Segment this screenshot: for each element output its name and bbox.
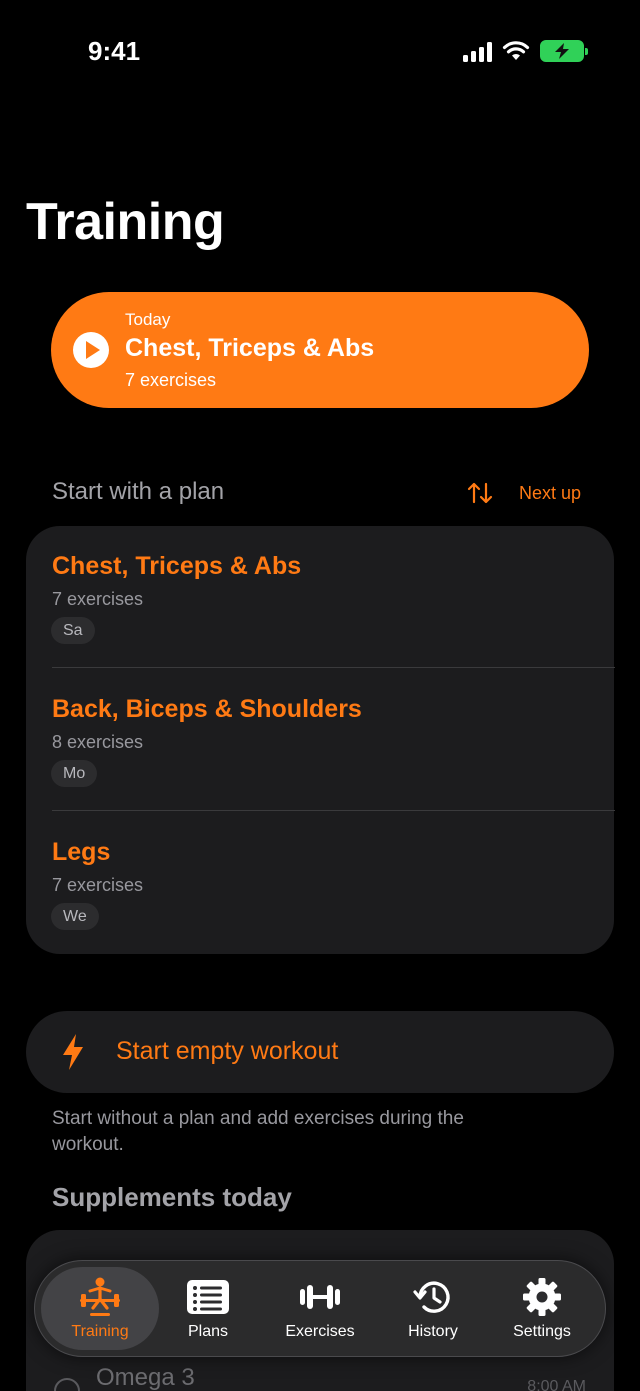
sort-next-up-button[interactable]: Next up xyxy=(519,483,581,504)
supplement-checkbox[interactable] xyxy=(54,1378,80,1391)
sort-icon[interactable] xyxy=(466,480,494,506)
divider xyxy=(52,810,615,811)
tab-exercises[interactable]: Exercises xyxy=(263,1261,377,1358)
tab-bar: Training Plans Exercises History Setting… xyxy=(34,1260,606,1357)
tab-label: Settings xyxy=(513,1323,571,1340)
plan-day-badge: We xyxy=(51,903,99,930)
dumbbell-icon xyxy=(300,1285,340,1309)
plan-exercise-count: 7 exercises xyxy=(52,589,144,609)
gear-icon xyxy=(523,1278,561,1316)
plan-day-badge: Mo xyxy=(51,760,98,787)
plan-title: Chest, Triceps & Abs xyxy=(52,552,302,580)
tab-label: Plans xyxy=(187,1323,229,1340)
status-icons xyxy=(463,40,588,62)
tab-label: Exercises xyxy=(285,1323,355,1340)
empty-workout-description: Start without a plan and add exercises d… xyxy=(52,1108,464,1155)
start-empty-workout-button[interactable]: Start empty workout xyxy=(26,1011,614,1093)
plan-day-badge: Sa xyxy=(51,617,95,644)
plans-list: Chest, Triceps & Abs 7 exercises Sa Back… xyxy=(26,526,615,955)
status-time: 9:41 xyxy=(88,36,141,66)
plan-title: Back, Biceps & Shoulders xyxy=(52,695,362,723)
bolt-icon xyxy=(63,1034,83,1070)
plan-exercise-count: 8 exercises xyxy=(52,732,144,752)
tab-label: Training xyxy=(71,1323,129,1340)
supplement-time: 8:00 AM xyxy=(527,1378,586,1391)
today-label: Today xyxy=(125,310,171,329)
tab-training[interactable]: Training xyxy=(41,1261,159,1358)
today-workout-title: Chest, Triceps & Abs xyxy=(125,334,375,362)
tab-settings[interactable]: Settings xyxy=(493,1261,591,1358)
history-clock-icon xyxy=(413,1281,450,1313)
plans-section-heading: Start with a plan xyxy=(52,478,225,505)
weightlifter-icon xyxy=(80,1277,120,1316)
plan-exercise-count: 7 exercises xyxy=(52,875,144,895)
plan-item[interactable]: Back, Biceps & Shoulders 8 exercises Mo xyxy=(26,669,614,812)
tab-label: History xyxy=(408,1323,458,1340)
supplement-name: Omega 3 xyxy=(96,1364,195,1391)
page-title: Training xyxy=(26,193,225,251)
tab-plans[interactable]: Plans xyxy=(163,1261,253,1358)
play-icon xyxy=(73,332,109,368)
today-exercise-count: 7 exercises xyxy=(125,370,217,390)
tab-history[interactable]: History xyxy=(385,1261,481,1358)
cellular-signal-icon xyxy=(463,40,492,62)
plan-item[interactable]: Legs 7 exercises We xyxy=(26,812,614,955)
wifi-icon xyxy=(502,41,530,60)
status-bar: 9:41 xyxy=(0,0,640,100)
today-workout-button[interactable]: Today Chest, Triceps & Abs 7 exercises xyxy=(51,292,589,408)
supplements-heading: Supplements today xyxy=(52,1182,292,1212)
battery-charging-icon xyxy=(540,40,588,62)
list-icon xyxy=(187,1280,229,1314)
plan-item[interactable]: Chest, Triceps & Abs 7 exercises Sa xyxy=(26,526,614,669)
start-empty-workout-label: Start empty workout xyxy=(116,1037,339,1065)
plan-title: Legs xyxy=(52,838,111,866)
divider xyxy=(52,667,615,668)
